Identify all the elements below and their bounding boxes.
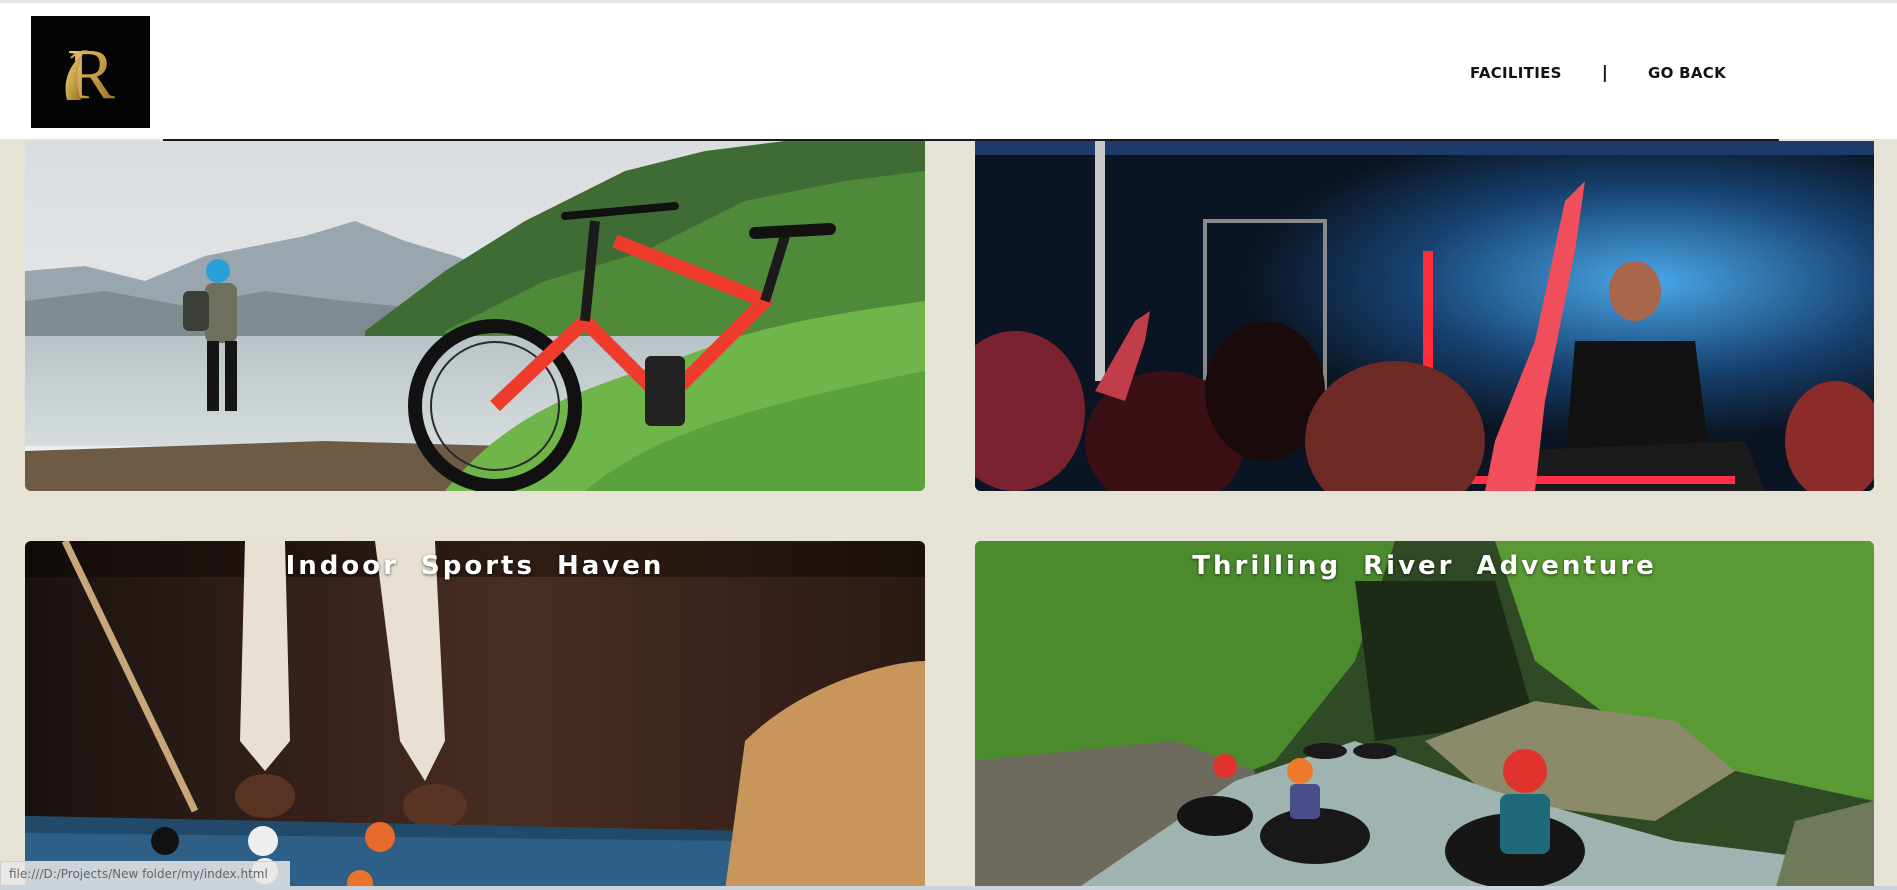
facility-card-river-adventure[interactable]: Thrilling River Adventure	[975, 541, 1874, 890]
card-title-river-adventure: Thrilling River Adventure	[1192, 551, 1657, 581]
site-header: R FACILITIES | GO BACK	[0, 3, 1897, 141]
nightclub-dj-party-photo	[975, 141, 1874, 491]
river-tubing-photo	[975, 541, 1874, 890]
browser-bottom-edge	[0, 886, 1897, 890]
mountain-bike-lake-photo	[25, 141, 925, 491]
site-logo[interactable]: R	[31, 16, 150, 128]
logo-monogram-icon: R	[65, 34, 115, 114]
header-divider	[163, 139, 1779, 141]
facility-card-outdoor[interactable]	[25, 141, 925, 491]
nav-go-back-link[interactable]: GO BACK	[1648, 64, 1726, 82]
facility-card-nightclub[interactable]	[975, 141, 1874, 491]
main-nav: FACILITIES | GO BACK	[1470, 63, 1726, 83]
billiards-table-photo	[25, 541, 925, 890]
nav-facilities-link[interactable]: FACILITIES	[1470, 64, 1562, 82]
card-title-indoor-sports: Indoor Sports Haven	[285, 551, 665, 581]
nav-separator: |	[1601, 63, 1608, 83]
facility-card-indoor-sports[interactable]: Indoor Sports Haven	[25, 541, 925, 890]
browser-status-url: file:///D:/Projects/New folder/my/index.…	[0, 861, 290, 886]
